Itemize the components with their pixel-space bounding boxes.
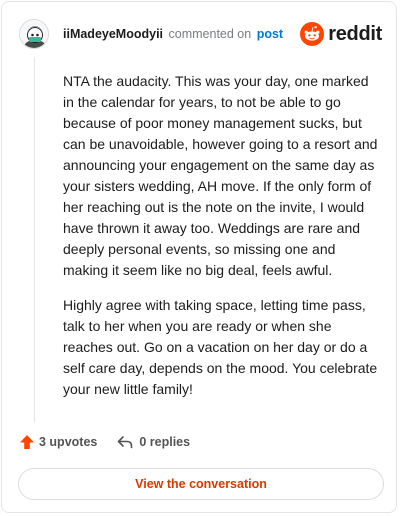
view-conversation-button[interactable]: View the conversation <box>18 468 384 500</box>
comment-header: iiMadeyeMoodyii commented on post reddit <box>19 17 382 51</box>
commented-on-text: commented on <box>168 27 252 41</box>
comment-embed-card: iiMadeyeMoodyii commented on post reddit… <box>1 1 397 513</box>
comment-meta: iiMadeyeMoodyii commented on post <box>63 26 283 42</box>
reddit-wordmark: reddit <box>328 22 382 45</box>
username[interactable]: iiMadeyeMoodyii <box>63 27 163 41</box>
comment-paragraph: Highly agree with taking space, letting … <box>63 297 378 397</box>
reply-arrow-icon <box>118 436 133 449</box>
reply-button[interactable]: 0 replies <box>117 435 190 449</box>
reddit-logo[interactable]: reddit <box>300 22 382 46</box>
reply-count: 0 replies <box>139 435 191 449</box>
thread-line <box>34 57 35 422</box>
post-link[interactable]: post <box>257 27 283 41</box>
upvote-arrow-icon <box>20 435 34 449</box>
avatar-image <box>20 20 48 48</box>
upvote-button[interactable]: 3 upvotes <box>19 434 97 450</box>
comment-paragraph: NTA the audacity. This was your day, one… <box>63 73 378 278</box>
comment-body: NTA the audacity. This was your day, one… <box>63 71 379 414</box>
user-avatar[interactable] <box>19 19 49 49</box>
reddit-snoo-icon <box>300 22 325 46</box>
upvote-count: 3 upvotes <box>39 435 98 449</box>
comment-actions: 3 upvotes 0 replies <box>19 434 190 450</box>
